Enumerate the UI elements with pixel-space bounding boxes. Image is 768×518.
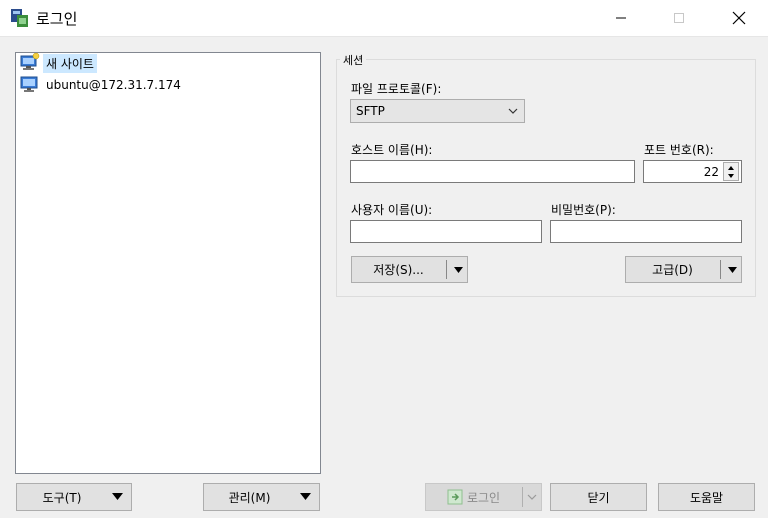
advanced-split-button[interactable]: 고급(D) [625, 256, 742, 283]
chevron-down-icon [508, 108, 518, 114]
dropdown-arrow-icon [453, 266, 463, 273]
save-button[interactable]: 저장(S)... [352, 257, 445, 282]
port-value: 22 [703, 165, 719, 179]
advanced-label: 고급(D) [652, 263, 693, 277]
split-divider [720, 260, 721, 279]
close-label: 닫기 [587, 490, 610, 505]
maximize-button[interactable] [656, 0, 702, 36]
site-tree[interactable]: 새 사이트 ubuntu@172.31.7.174 [15, 52, 321, 474]
maximize-icon [674, 13, 684, 23]
close-icon [732, 11, 746, 25]
title-bar-divider [0, 36, 768, 37]
manage-button[interactable]: 관리(M) [203, 483, 320, 511]
login-label: 로그인 [466, 490, 501, 505]
tools-label: 도구(T) [42, 490, 82, 505]
help-label: 도움말 [689, 490, 724, 505]
spin-down-icon [728, 174, 734, 178]
login-button[interactable]: 로그인 [426, 484, 521, 510]
port-stepper[interactable]: 22 [643, 160, 742, 183]
save-label: 저장(S)... [373, 263, 424, 277]
minimize-button[interactable] [598, 0, 644, 36]
tree-item-label: 새 사이트 [43, 53, 97, 73]
protocol-select[interactable]: SFTP [350, 99, 525, 123]
user-input[interactable] [350, 220, 542, 243]
minimize-icon [616, 17, 626, 19]
new-site-computer-icon [20, 52, 40, 74]
dropdown-arrow-icon [727, 266, 737, 273]
advanced-menu-button[interactable] [723, 257, 741, 282]
port-stepper-arrows[interactable] [723, 162, 739, 181]
save-menu-button[interactable] [449, 257, 467, 282]
dropdown-arrow-icon [112, 493, 123, 500]
login-menu-button[interactable] [523, 484, 541, 510]
window-title: 로그인 [36, 10, 78, 28]
tree-item-label: ubuntu@172.31.7.174 [46, 78, 181, 92]
protocol-label: 파일 프로토콜(F): [351, 82, 442, 96]
login-icon [447, 489, 463, 505]
manage-label: 관리(M) [228, 490, 271, 505]
session-group-title: 세션 [340, 52, 367, 68]
winscp-app-icon [10, 8, 30, 28]
spin-up-icon [728, 166, 734, 170]
save-split-button[interactable]: 저장(S)... [351, 256, 468, 283]
tools-button[interactable]: 도구(T) [16, 483, 132, 511]
password-label: 비밀번호(P): [551, 203, 616, 217]
host-label: 호스트 이름(H): [351, 143, 433, 157]
title-bar: 로그인 [0, 0, 768, 36]
tree-item-ubuntu-site[interactable]: ubuntu@172.31.7.174 [20, 76, 184, 94]
computer-icon [20, 75, 40, 96]
user-label: 사용자 이름(U): [351, 203, 433, 217]
login-split-button[interactable]: 로그인 [425, 483, 542, 511]
protocol-value: SFTP [356, 104, 385, 118]
chevron-down-icon [527, 494, 537, 500]
password-input[interactable] [550, 220, 742, 243]
advanced-button[interactable]: 고급(D) [626, 257, 719, 282]
dropdown-arrow-icon [300, 493, 311, 500]
close-button[interactable]: 닫기 [550, 483, 647, 511]
tree-item-new-site[interactable]: 새 사이트 [20, 52, 97, 74]
help-button[interactable]: 도움말 [658, 483, 755, 511]
split-divider [446, 260, 447, 279]
host-input[interactable] [350, 160, 635, 183]
port-label: 포트 번호(R): [644, 143, 714, 157]
close-window-button[interactable] [716, 0, 762, 36]
